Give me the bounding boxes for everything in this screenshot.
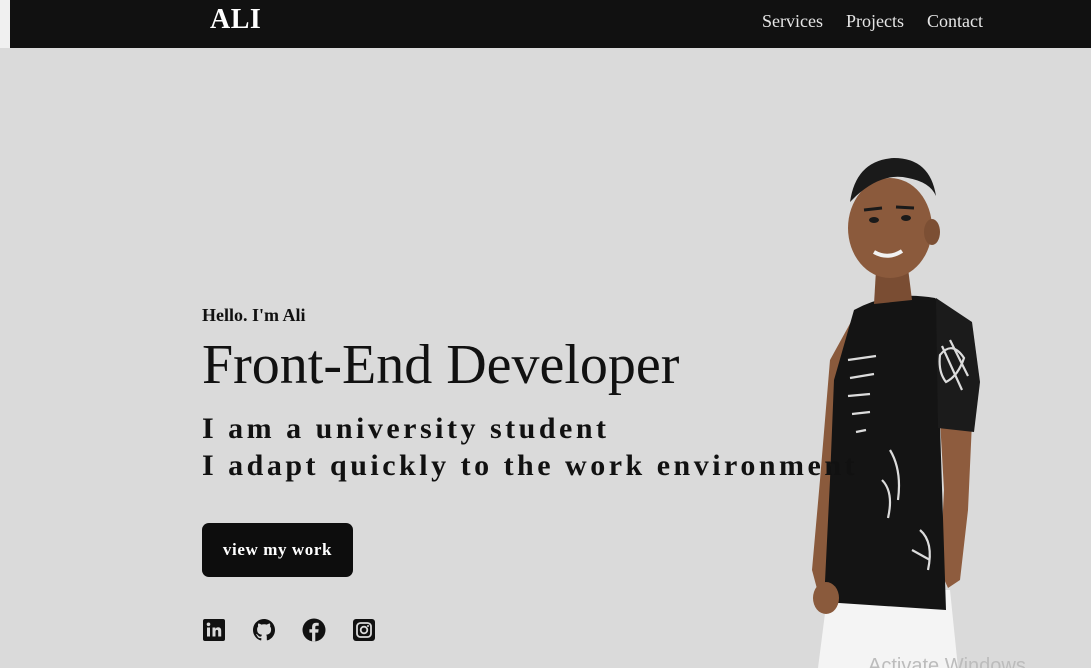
- nav-link-contact[interactable]: Contact: [927, 11, 983, 32]
- logo[interactable]: ALI: [210, 4, 261, 36]
- facebook-icon[interactable]: [302, 617, 326, 643]
- greeting: Hello. I'm Ali: [202, 305, 306, 325]
- hero: Hello. I'm Ali Front-End Developer I am …: [202, 305, 858, 484]
- instagram-icon[interactable]: [352, 617, 376, 643]
- view-my-work-button[interactable]: view my work: [202, 523, 353, 577]
- tagline-line-1: I am a university student: [202, 412, 610, 445]
- windows-activation-watermark: Activate Windows: [868, 655, 1026, 668]
- page: ALI Services Projects Contact Hello. I'm…: [0, 0, 1091, 668]
- nav-links: Services Projects Contact: [762, 11, 983, 32]
- linkedin-icon[interactable]: [202, 617, 226, 643]
- nav-link-services[interactable]: Services: [762, 11, 823, 32]
- nav-link-projects[interactable]: Projects: [846, 11, 904, 32]
- role-title: Front-End Developer: [202, 334, 680, 396]
- tagline-line-2: I adapt quickly to the work environment: [202, 449, 858, 482]
- left-strip: [0, 0, 10, 48]
- navbar: ALI Services Projects Contact: [10, 0, 1091, 48]
- social-links: [202, 617, 376, 643]
- github-icon[interactable]: [252, 617, 276, 643]
